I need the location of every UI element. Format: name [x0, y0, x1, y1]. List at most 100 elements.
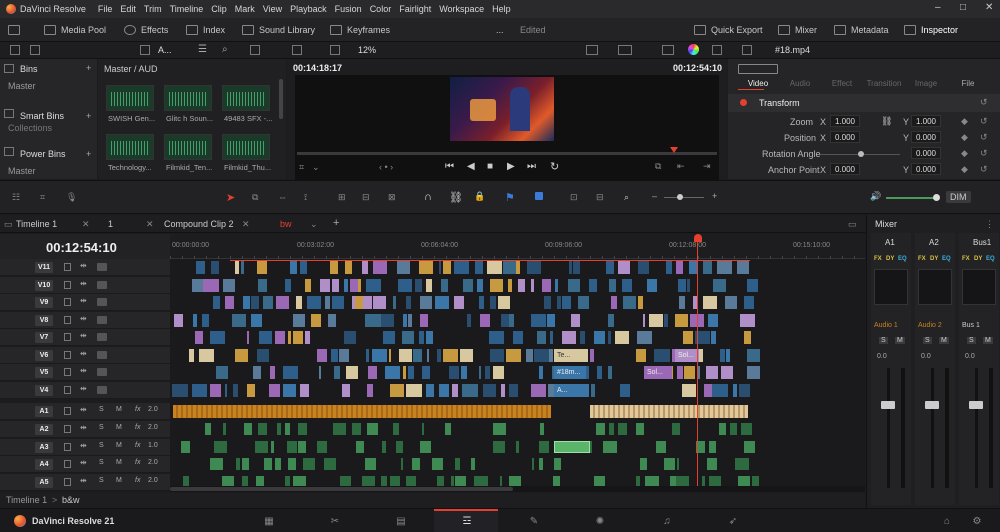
lock-icon[interactable]: [64, 368, 71, 376]
tab-file[interactable]: File: [948, 79, 988, 88]
fader-handle[interactable]: [969, 401, 983, 409]
mixer-options-icon[interactable]: ⋮: [985, 219, 994, 230]
video-clip[interactable]: [724, 296, 738, 309]
tab-compound-clip[interactable]: Compound Clip 2: [164, 219, 234, 229]
labeled-clip[interactable]: Sol...: [675, 348, 699, 362]
video-clip[interactable]: [726, 348, 730, 362]
lock-icon[interactable]: [64, 315, 71, 324]
cinema-icon[interactable]: [712, 45, 722, 55]
audio-clip[interactable]: [431, 458, 443, 471]
video-clip[interactable]: [213, 296, 220, 309]
video-clip[interactable]: [425, 383, 434, 397]
track-visibility-icon[interactable]: [97, 333, 107, 341]
video-clip[interactable]: [350, 278, 358, 292]
color-wheel-icon[interactable]: [688, 44, 699, 55]
mixer-solo-button[interactable]: S: [967, 337, 976, 344]
audio-clip[interactable]: [367, 422, 379, 435]
video-clip[interactable]: [401, 331, 414, 344]
audio-clip[interactable]: [235, 458, 240, 471]
video-clip[interactable]: [300, 261, 308, 274]
video-clip[interactable]: [605, 261, 614, 274]
video-clip[interactable]: [215, 366, 229, 379]
video-clip[interactable]: [461, 383, 478, 397]
video-clip[interactable]: [567, 278, 581, 292]
blade-tool-icon[interactable]: ⟟: [304, 192, 307, 203]
video-clip[interactable]: [588, 278, 597, 292]
video-clip[interactable]: [344, 261, 353, 274]
video-clip[interactable]: [317, 348, 327, 362]
video-clip[interactable]: [474, 261, 483, 274]
quick-export-button[interactable]: Quick Export: [694, 23, 763, 37]
video-clip[interactable]: [304, 331, 311, 344]
playback-settings-icon[interactable]: [618, 45, 632, 55]
volume-icon[interactable]: 🔊: [870, 191, 881, 202]
zoom-custom-icon[interactable]: ⌕: [624, 192, 629, 203]
mute-button[interactable]: M: [116, 442, 122, 449]
mixer-mute-button[interactable]: M: [895, 337, 905, 344]
video-clip[interactable]: [172, 383, 189, 397]
audio-clip[interactable]: [204, 422, 212, 435]
video-clip[interactable]: [268, 383, 281, 397]
audio-clip[interactable]: [364, 458, 377, 471]
video-clip[interactable]: [426, 348, 430, 362]
volume-slider[interactable]: [886, 197, 936, 199]
video-track-header[interactable]: V10 ⇹: [0, 276, 170, 294]
video-clip[interactable]: [384, 366, 401, 379]
video-clip[interactable]: [489, 278, 503, 292]
video-track-header[interactable]: V9 ⇹: [0, 294, 170, 311]
video-clip[interactable]: [527, 261, 542, 274]
video-clip[interactable]: [530, 313, 547, 327]
audio-clip[interactable]: [286, 440, 297, 453]
video-clip[interactable]: [596, 366, 602, 379]
timeline-options-icon[interactable]: ☷: [12, 192, 20, 203]
video-clip[interactable]: [203, 278, 220, 292]
video-clip[interactable]: [388, 348, 391, 362]
chevron-down-icon[interactable]: ⌄: [312, 162, 320, 173]
menu-workspace[interactable]: Workspace: [439, 4, 484, 14]
timeline-hscroll[interactable]: [170, 486, 865, 492]
audio-clip[interactable]: [298, 422, 308, 435]
mixer-fx-button[interactable]: EQ: [898, 256, 907, 262]
close-tab1-icon[interactable]: ✕: [146, 219, 154, 230]
video-clip[interactable]: [501, 313, 509, 327]
timeline-playhead-head[interactable]: [694, 234, 702, 242]
audio-clip[interactable]: [471, 458, 476, 471]
anchor-y-field[interactable]: 0.000: [911, 163, 941, 175]
fader-handle[interactable]: [881, 401, 895, 409]
tab-video[interactable]: Video: [738, 79, 778, 88]
audio-clip[interactable]: [223, 422, 227, 435]
video-clip[interactable]: [366, 383, 374, 397]
lock-icon[interactable]: [64, 385, 71, 394]
video-clip[interactable]: [557, 296, 561, 309]
video-clip[interactable]: [397, 261, 410, 274]
video-clip[interactable]: [269, 366, 275, 379]
mixer-fx-button[interactable]: FX: [918, 256, 926, 262]
edit-mode-icon[interactable]: ⌗: [40, 192, 45, 203]
reset-position-icon[interactable]: ↺: [980, 132, 988, 143]
audio-clip[interactable]: [639, 458, 647, 471]
lock-icon[interactable]: [64, 460, 71, 469]
video-clip[interactable]: [635, 348, 647, 362]
video-track-header[interactable]: V6 ⇹: [0, 346, 170, 364]
audio-clip[interactable]: [671, 422, 680, 435]
audio-clip[interactable]: [263, 458, 272, 471]
tab-audio[interactable]: Audio: [780, 79, 820, 88]
link-icon[interactable]: ⛓: [881, 116, 892, 127]
video-clip[interactable]: [341, 383, 351, 397]
input-label[interactable]: Bus 1: [962, 322, 980, 329]
menu-fusion[interactable]: Fusion: [335, 4, 362, 14]
audio-clip[interactable]: [400, 458, 404, 471]
audio-clip[interactable]: [244, 458, 249, 471]
play-icon[interactable]: ▶: [507, 161, 515, 172]
video-clip[interactable]: [591, 383, 595, 397]
menu-edit[interactable]: Edit: [120, 4, 136, 14]
add-smart-bin-icon[interactable]: +: [86, 111, 91, 121]
video-clip[interactable]: [292, 313, 305, 327]
video-clip[interactable]: [333, 366, 340, 379]
audio-clip[interactable]: [603, 440, 617, 453]
zoom-out-icon[interactable]: –: [652, 191, 657, 201]
video-clip[interactable]: [419, 261, 434, 274]
overwrite-clip-icon[interactable]: ⊟: [362, 192, 370, 203]
position-y-field[interactable]: 0.000: [911, 131, 941, 143]
auto-select-icon[interactable]: ⇹: [80, 261, 87, 270]
